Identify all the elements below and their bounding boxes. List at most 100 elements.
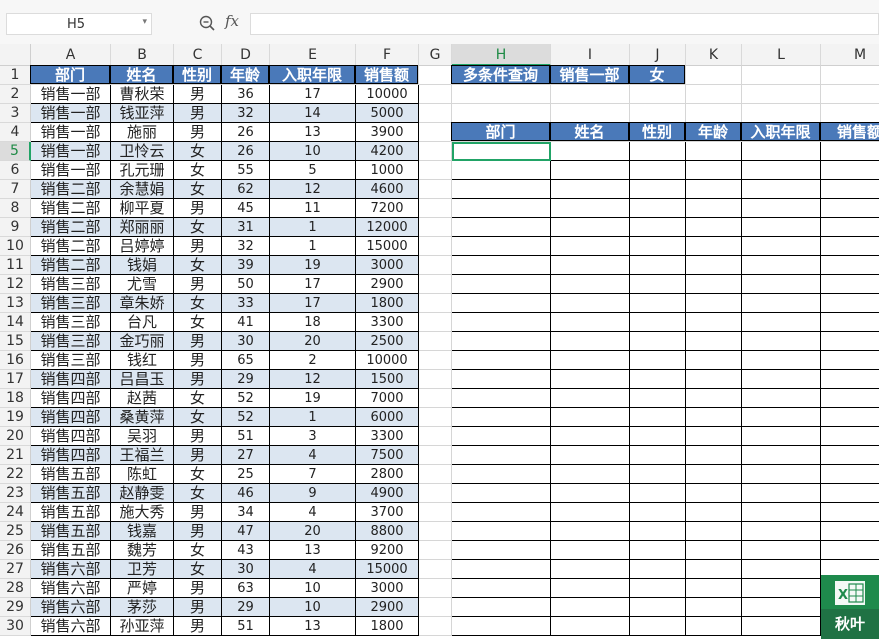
table-cell[interactable]: 1800 [356,617,419,636]
table-cell[interactable]: 吴羽 [111,427,174,446]
table-cell[interactable]: 36 [222,85,270,104]
table-cell[interactable]: 销售五部 [31,484,111,503]
table-cell[interactable]: 1 [270,408,356,427]
result-cell[interactable] [742,522,821,541]
table-cell[interactable]: 陈虹 [111,465,174,484]
result-header-cell[interactable]: 部门 [451,122,550,141]
result-cell[interactable] [686,598,742,617]
row-header-22[interactable]: 22 [0,465,31,484]
table-cell[interactable]: 销售一部 [31,104,111,123]
result-cell[interactable] [821,446,879,465]
column-header-b[interactable]: B [111,44,174,66]
zoom-icon[interactable] [198,14,216,32]
result-cell[interactable] [551,142,630,161]
grid-cell[interactable] [419,389,452,408]
table-cell[interactable]: 1800 [356,294,419,313]
result-cell[interactable] [742,465,821,484]
table-cell[interactable]: 15000 [356,560,419,579]
result-cell[interactable] [742,142,821,161]
table-cell[interactable]: 吕婷婷 [111,237,174,256]
row-header-10[interactable]: 10 [0,237,31,256]
table-cell[interactable]: 销售三部 [31,275,111,294]
row-header-12[interactable]: 12 [0,275,31,294]
table-cell[interactable]: 销售六部 [31,560,111,579]
result-cell[interactable] [821,408,879,427]
column-header-c[interactable]: C [174,44,222,66]
table-cell[interactable]: 钱娟 [111,256,174,275]
result-cell[interactable] [551,617,630,636]
result-cell[interactable] [630,180,686,199]
result-cell[interactable] [821,237,879,256]
table-cell[interactable]: 钱亚萍 [111,104,174,123]
result-cell[interactable] [551,446,630,465]
table-cell[interactable]: 销售一部 [31,142,111,161]
table-cell[interactable]: 9200 [356,541,419,560]
table-cell[interactable]: 3000 [356,256,419,275]
table-cell[interactable]: 4 [270,446,356,465]
grid-cell[interactable] [419,541,452,560]
result-cell[interactable] [630,579,686,598]
result-cell[interactable] [630,389,686,408]
table-cell[interactable]: 销售三部 [31,294,111,313]
grid-cell[interactable] [419,408,452,427]
result-cell[interactable] [630,503,686,522]
table-cell[interactable]: 46 [222,484,270,503]
result-cell[interactable] [686,275,742,294]
table-cell[interactable]: 赵静雯 [111,484,174,503]
table-cell[interactable]: 7500 [356,446,419,465]
result-cell[interactable] [551,370,630,389]
result-cell[interactable] [630,237,686,256]
grid-cell[interactable] [452,85,551,104]
table-cell[interactable]: 卫芳 [111,560,174,579]
result-cell[interactable] [742,389,821,408]
grid-cell[interactable] [419,161,452,180]
row-header-25[interactable]: 25 [0,522,31,541]
result-cell[interactable] [742,370,821,389]
table-cell[interactable]: 2900 [356,598,419,617]
grid-cell[interactable] [419,617,452,636]
result-cell[interactable] [686,256,742,275]
table-cell[interactable]: 销售二部 [31,237,111,256]
result-cell[interactable] [742,408,821,427]
row-header-23[interactable]: 23 [0,484,31,503]
row-header-2[interactable]: 2 [0,85,31,104]
table-cell[interactable]: 女 [174,256,222,275]
result-cell[interactable] [452,161,551,180]
result-cell[interactable] [821,161,879,180]
table-cell[interactable]: 男 [174,275,222,294]
result-cell[interactable] [630,351,686,370]
result-cell[interactable] [551,256,630,275]
result-cell[interactable] [551,503,630,522]
row-header-30[interactable]: 30 [0,617,31,636]
table-cell[interactable]: 26 [222,123,270,142]
result-cell[interactable] [452,560,551,579]
result-cell[interactable] [686,237,742,256]
table-cell[interactable]: 钱红 [111,351,174,370]
table-cell[interactable]: 1500 [356,370,419,389]
table-cell[interactable]: 卫怜云 [111,142,174,161]
table-cell[interactable]: 51 [222,617,270,636]
table-cell[interactable]: 10000 [356,351,419,370]
grid-cell[interactable] [419,579,452,598]
grid-cell[interactable] [419,123,452,142]
result-cell[interactable] [742,294,821,313]
table-cell[interactable]: 11 [270,199,356,218]
table-cell[interactable]: 55 [222,161,270,180]
result-cell[interactable] [630,199,686,218]
grid-cell[interactable] [686,66,742,85]
row-header-4[interactable]: 4 [0,123,31,142]
result-cell[interactable] [630,332,686,351]
grid-cell[interactable] [551,85,630,104]
table-header-cell[interactable]: 年龄 [221,65,269,84]
result-cell[interactable] [452,294,551,313]
table-cell[interactable]: 3700 [356,503,419,522]
table-cell[interactable]: 男 [174,332,222,351]
table-cell[interactable]: 1 [270,218,356,237]
result-cell[interactable] [630,560,686,579]
row-header-9[interactable]: 9 [0,218,31,237]
result-cell[interactable] [821,522,879,541]
grid-cell[interactable] [419,560,452,579]
result-cell[interactable] [452,256,551,275]
result-cell[interactable] [686,370,742,389]
result-cell[interactable] [686,389,742,408]
